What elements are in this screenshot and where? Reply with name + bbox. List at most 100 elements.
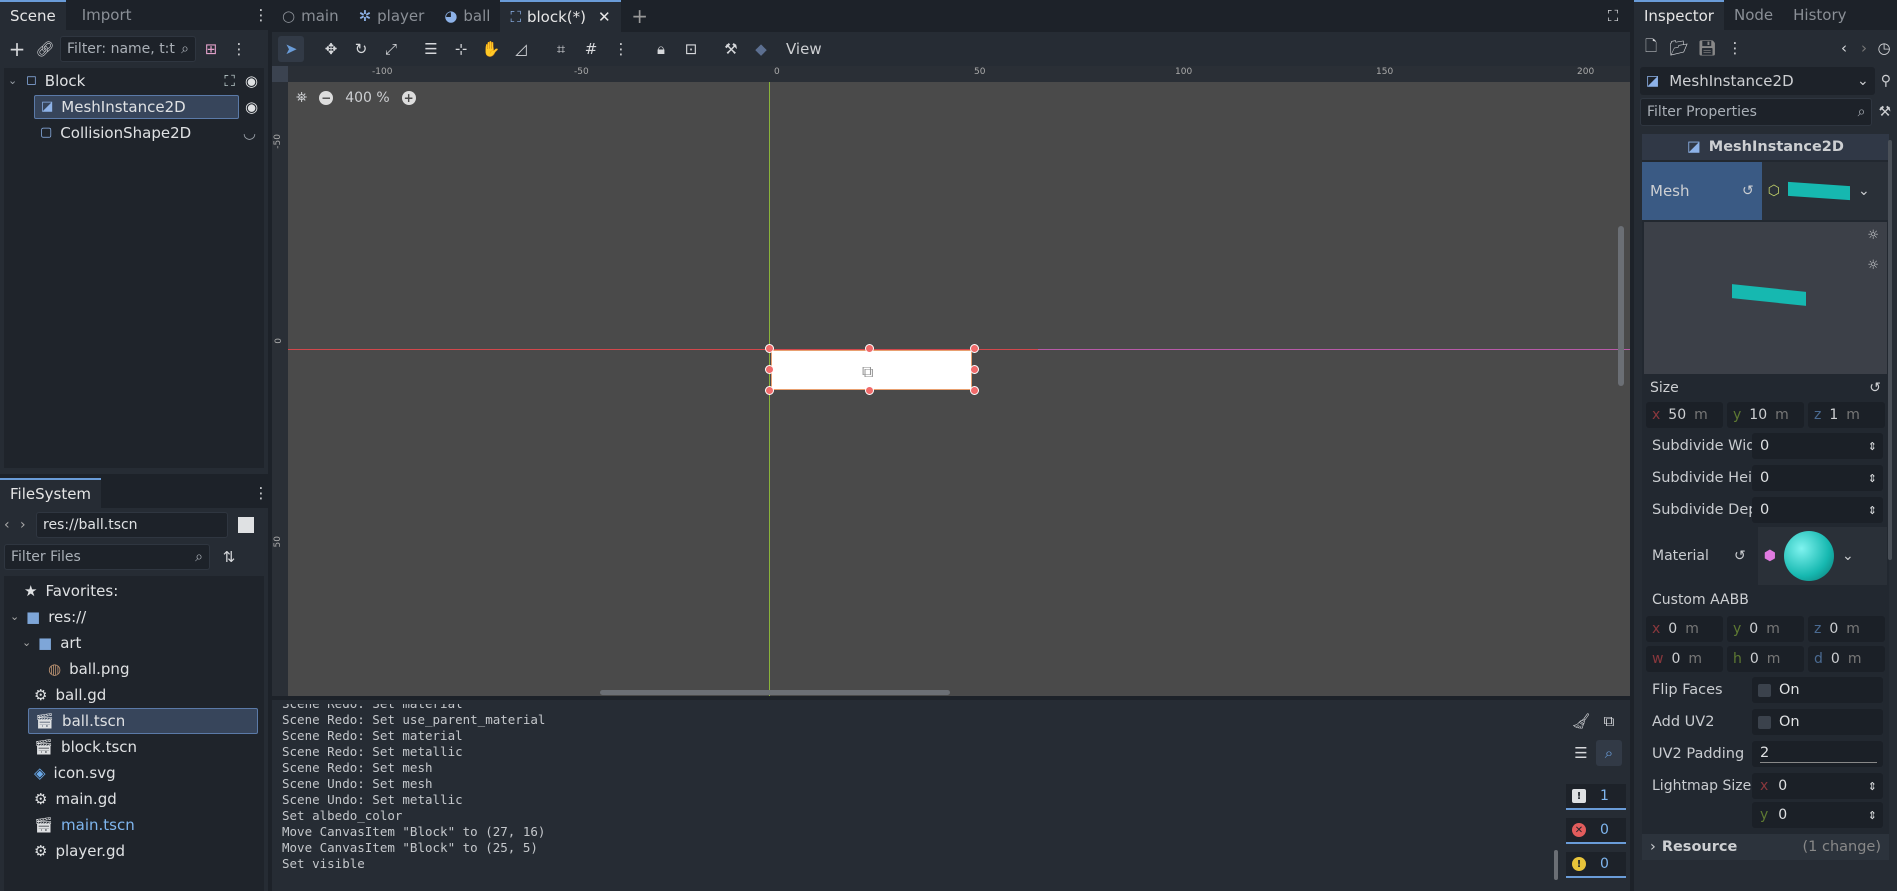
pivot-tool-icon[interactable]: ⊹: [448, 36, 474, 62]
back-arrow-icon[interactable]: ‹: [4, 517, 16, 533]
subdivide-depth-spinbox[interactable]: 0 ⇕: [1752, 497, 1883, 523]
close-icon[interactable]: ✕: [598, 2, 611, 32]
tree-node-meshinstance2d[interactable]: ◪ MeshInstance2D ◉: [34, 94, 264, 120]
file-item[interactable]: ⚙ ball.gd: [4, 682, 264, 708]
file-item[interactable]: ⚙ player.gd: [4, 838, 264, 864]
property-tools-icon[interactable]: ⚒: [1878, 104, 1891, 120]
revert-icon[interactable]: ↺: [1742, 162, 1754, 220]
resource-section[interactable]: › Resource (1 change): [1642, 834, 1889, 860]
resize-handle[interactable]: [765, 344, 774, 353]
res-folder-item[interactable]: ⌄ ■ res://: [4, 604, 264, 630]
open-folder-icon[interactable]: 📂︎: [1666, 35, 1692, 61]
dock-menu-icon[interactable]: ⋮: [254, 2, 269, 28]
scene-menu-icon[interactable]: ⋮: [226, 36, 252, 62]
scale-tool-icon[interactable]: ⤢: [378, 36, 404, 62]
pan-tool-icon[interactable]: ✋: [478, 36, 504, 62]
lightmap-y-field[interactable]: y 0 ⇕: [1752, 802, 1883, 828]
filter-files-input[interactable]: Filter Files ⌕: [4, 544, 210, 570]
copy-log-icon[interactable]: ⧉: [1596, 708, 1622, 734]
sort-icon[interactable]: ⇅: [216, 544, 242, 570]
clear-log-icon[interactable]: 🧹︎: [1568, 708, 1594, 734]
material-resource-picker[interactable]: ⬢ ⌄: [1757, 527, 1887, 585]
warnings-filter[interactable]: ! 0: [1566, 852, 1626, 878]
log-scrollbar[interactable]: [1554, 850, 1558, 880]
resize-handle[interactable]: [970, 365, 979, 374]
split-mode-icon[interactable]: [238, 517, 254, 533]
tab-import[interactable]: Import: [72, 0, 142, 30]
camera-override-icon[interactable]: ◆: [748, 36, 774, 62]
tree-node-block[interactable]: ⌄ ◻ Block ⛶ ◉: [8, 68, 264, 94]
aabb-d-field[interactable]: d0m: [1808, 646, 1885, 672]
art-folder-item[interactable]: ⌄ ■ art: [4, 630, 264, 656]
move-tool-icon[interactable]: ✥: [318, 36, 344, 62]
spin-arrows-icon[interactable]: ⇕: [1868, 504, 1877, 517]
lightmap-x-field[interactable]: x 0 ⇕: [1752, 773, 1883, 799]
history-back-icon[interactable]: ‹: [1835, 35, 1853, 61]
tab-scene[interactable]: Scene: [0, 0, 66, 30]
spin-arrows-icon[interactable]: ⇕: [1868, 440, 1877, 453]
filter-properties-input[interactable]: Filter Properties ⌕: [1640, 98, 1873, 126]
vertical-scrollbar[interactable]: [1618, 226, 1624, 386]
file-item[interactable]: ◍ ball.png: [4, 656, 264, 682]
new-resource-icon[interactable]: 🗋︎: [1638, 35, 1664, 61]
tab-main[interactable]: ○ main: [272, 1, 349, 31]
zoom-in-icon[interactable]: +: [401, 91, 416, 105]
group-icon[interactable]: ⛶: [224, 68, 235, 94]
tab-block[interactable]: ⛶ block(*) ✕: [500, 0, 621, 32]
history-forward-icon[interactable]: ›: [1855, 35, 1873, 61]
subdivide-width-spinbox[interactable]: 0 ⇕: [1752, 433, 1883, 459]
spin-arrows-icon[interactable]: ⇕: [1868, 809, 1877, 822]
scene-filter-input[interactable]: Filter: name, t:t ⌕: [60, 36, 196, 62]
canvas-viewport[interactable]: -100 -50 0 50 100 150 200 -50 0 50 ⛯ − 4…: [272, 66, 1630, 696]
link-icon[interactable]: 🔗︎: [32, 36, 58, 62]
dock-menu-icon[interactable]: ⋮: [254, 480, 269, 506]
light1-icon[interactable]: ☼: [1867, 228, 1879, 243]
add-node-icon[interactable]: +: [4, 36, 30, 62]
favorites-item[interactable]: ★ Favorites:: [4, 578, 264, 604]
resize-handle[interactable]: [970, 344, 979, 353]
node-settings-icon[interactable]: ⚲: [1881, 73, 1891, 89]
rotate-tool-icon[interactable]: ↻: [348, 36, 374, 62]
resize-handle[interactable]: [970, 386, 979, 395]
size-z-field[interactable]: z1m: [1808, 402, 1885, 428]
resize-handle[interactable]: [765, 386, 774, 395]
spin-arrows-icon[interactable]: ⇕: [1868, 472, 1877, 485]
revert-icon[interactable]: ↺: [1869, 376, 1881, 400]
smart-snap-icon[interactable]: ⌗: [548, 36, 574, 62]
flip-faces-checkbox[interactable]: On: [1752, 677, 1883, 703]
horizontal-scrollbar[interactable]: [600, 690, 950, 695]
view-menu[interactable]: View: [778, 40, 830, 58]
size-y-field[interactable]: y 10 m: [1727, 402, 1804, 428]
object-selector[interactable]: ◪ MeshInstance2D ⌄: [1640, 67, 1875, 95]
aabb-x-field[interactable]: x0m: [1646, 616, 1723, 642]
resize-handle[interactable]: [765, 365, 774, 374]
save-icon[interactable]: 💾︎: [1694, 35, 1720, 61]
size-x-field[interactable]: x 50 m: [1646, 402, 1723, 428]
inspector-menu-icon[interactable]: ⋮: [1722, 35, 1748, 61]
group-icon[interactable]: ⊡: [678, 36, 704, 62]
tab-player[interactable]: ✲ player: [349, 1, 435, 31]
zoom-out-icon[interactable]: −: [319, 91, 334, 105]
chevron-down-icon[interactable]: ⌄: [1858, 183, 1870, 199]
file-item[interactable]: 🎬︎ block.tscn: [4, 734, 264, 760]
errors-filter[interactable]: ✕ 0: [1566, 818, 1626, 844]
list-select-icon[interactable]: ☰: [418, 36, 444, 62]
select-tool-icon[interactable]: ➤: [278, 36, 304, 62]
instance-scene-icon[interactable]: ⊞: [198, 36, 224, 62]
path-field[interactable]: res://ball.tscn: [36, 512, 228, 538]
hidden-eye-icon[interactable]: ◡: [243, 120, 256, 146]
add-uv2-checkbox[interactable]: On: [1752, 709, 1883, 735]
aabb-w-field[interactable]: w0m: [1646, 646, 1723, 672]
light2-icon[interactable]: ☼: [1867, 258, 1879, 273]
resize-handle[interactable]: [865, 386, 874, 395]
tab-node[interactable]: Node: [1724, 0, 1783, 30]
tab-inspector[interactable]: Inspector: [1634, 0, 1724, 30]
snap-options-icon[interactable]: ⋮: [608, 36, 634, 62]
mesh-resource-picker[interactable]: ⬡ ⌄: [1761, 162, 1889, 220]
visibility-eye-icon[interactable]: ◉: [245, 94, 258, 120]
collapse-arrow-icon[interactable]: ⌄: [10, 604, 26, 630]
file-item-selected[interactable]: 🎬︎ ball.tscn: [28, 708, 258, 734]
spin-arrows-icon[interactable]: ⇕: [1868, 780, 1877, 793]
center-view-icon[interactable]: ⛯: [296, 90, 307, 106]
forward-arrow-icon[interactable]: ›: [20, 517, 32, 533]
